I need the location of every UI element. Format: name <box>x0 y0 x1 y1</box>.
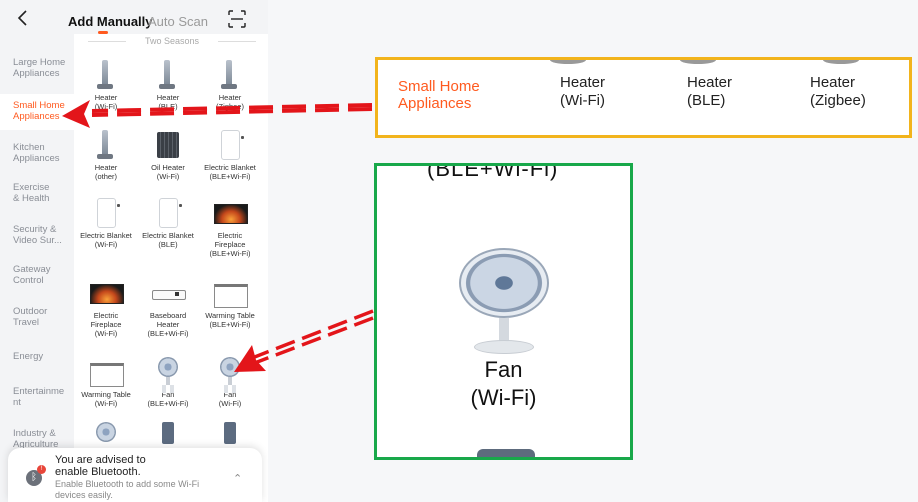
device-tile-warming-table-wifi[interactable]: Warming Table (Wi-Fi) <box>75 357 137 408</box>
zoom-partial-label: (BLE+Wi-Fi) <box>427 163 559 181</box>
tile-label: Electric Fireplace (BLE+Wi-Fi) <box>209 231 251 258</box>
tile-label: Warming Table (BLE+Wi-Fi) <box>205 311 255 329</box>
zoom-callout-fan: (BLE+Wi-Fi) Fan (Wi-Fi) <box>374 163 633 460</box>
fan-icon <box>89 416 123 446</box>
fireplace-icon <box>89 278 124 308</box>
zoom-heater-wifi-label: Heater (Wi-Fi) <box>560 74 606 109</box>
tab-auto-scan[interactable]: Auto Scan <box>148 14 208 29</box>
device-tile-electric-fireplace-ble-wifi[interactable]: Electric Fireplace (BLE+Wi-Fi) <box>199 198 261 258</box>
tile-label: Electric Fireplace (Wi-Fi) <box>90 311 122 338</box>
tile-label: Electric Blanket (Wi-Fi) <box>80 231 132 249</box>
tile-label: Heater (BLE) <box>156 93 180 111</box>
bluetooth-advice-card[interactable]: ᛒ ! You are advised to enable Bluetooth.… <box>8 448 262 502</box>
tile-label: Fan (BLE+Wi-Fi) <box>147 390 189 408</box>
device-tile-baseboard-heater[interactable]: Baseboard Heater (BLE+Wi-Fi) <box>137 278 199 338</box>
warning-badge: ! <box>37 465 46 474</box>
category-sidebar: Large Home Appliances Small Home Applian… <box>0 34 74 502</box>
zoom-heater-ble-label: Heater (BLE) <box>687 74 733 109</box>
warming-table-icon <box>89 357 124 387</box>
bluetooth-card-title: You are advised to enable Bluetooth. <box>55 454 146 478</box>
device-tile-electric-fireplace-wifi[interactable]: Electric Fireplace (Wi-Fi) <box>75 278 137 338</box>
heater-icon <box>151 60 185 90</box>
back-chevron-icon[interactable] <box>14 8 32 28</box>
tile-label: Electric Blanket (BLE) <box>142 231 194 249</box>
fan-icon <box>151 357 185 387</box>
device-tile-heater-zigbee[interactable]: Heater (Zigbee) <box>199 60 261 111</box>
tile-label: Electric Blanket (BLE+Wi-Fi) <box>204 163 256 181</box>
sidebar-item-security-video[interactable]: Security & Video Sur... <box>0 224 74 246</box>
device-tile-fan-ble-wifi[interactable]: Fan (BLE+Wi-Fi) <box>137 357 199 408</box>
sidebar-item-kitchen-appliances[interactable]: Kitchen Appliances <box>0 142 74 164</box>
device-tile-oil-heater-wifi[interactable]: Oil Heater (Wi-Fi) <box>137 130 199 181</box>
device-tile-electric-blanket-wifi[interactable]: Electric Blanket (Wi-Fi) <box>75 198 137 249</box>
sidebar-item-gateway-control[interactable]: Gateway Control <box>0 264 74 286</box>
sidebar-item-outdoor-travel[interactable]: Outdoor Travel <box>0 306 74 328</box>
sidebar-item-industry-agriculture[interactable]: Industry & Agriculture <box>0 428 74 450</box>
device-icon <box>477 449 535 457</box>
sidebar-item-entertainment[interactable]: Entertainme nt <box>0 386 74 408</box>
device-tile-partial[interactable] <box>75 416 137 446</box>
warming-table-icon <box>213 278 248 308</box>
device-tile-electric-blanket-ble[interactable]: Electric Blanket (BLE) <box>137 198 199 249</box>
tab-add-manually[interactable]: Add Manually <box>68 14 153 29</box>
fan-icon <box>213 357 247 387</box>
tile-label: Heater (other) <box>94 163 118 181</box>
zoom-fan-label: Fan (Wi-Fi) <box>470 357 537 410</box>
zoom-heater-zigbee-label: Heater (Zigbee) <box>810 74 866 109</box>
sidebar-item-energy[interactable]: Energy <box>0 351 74 362</box>
sidebar-item-small-home-appliances[interactable]: Small Home Appliances <box>0 94 74 130</box>
chevron-up-icon[interactable]: ⌃ <box>233 472 242 485</box>
zoom-category-label: Small Home Appliances <box>398 78 480 112</box>
zoom-callout-category: Small Home Appliances Heater (Wi-Fi) Hea… <box>375 57 912 138</box>
device-icon <box>213 416 247 446</box>
heater-icon <box>89 130 123 160</box>
device-tile-heater-wifi[interactable]: Heater (Wi-Fi) <box>75 60 137 111</box>
fireplace-icon <box>213 198 248 228</box>
device-tile-heater-ble[interactable]: Heater (BLE) <box>137 60 199 111</box>
heater-top-icon <box>550 60 586 64</box>
section-title: Two Seasons <box>82 36 262 46</box>
oil-heater-icon <box>151 130 185 160</box>
device-tile-electric-blanket-ble-wifi[interactable]: Electric Blanket (BLE+Wi-Fi) <box>199 130 261 181</box>
tile-label: Fan (Wi-Fi) <box>218 390 242 408</box>
device-tile-heater-other[interactable]: Heater (other) <box>75 130 137 181</box>
tile-label: Heater (Wi-Fi) <box>94 93 118 111</box>
fan-icon <box>459 248 549 358</box>
tile-label: Baseboard Heater (BLE+Wi-Fi) <box>147 311 189 338</box>
tile-label: Oil Heater (Wi-Fi) <box>151 163 185 181</box>
device-grid: Two Seasons Heater (Wi-Fi) Heater (BLE) … <box>74 34 268 502</box>
top-bar: Add Manually Auto Scan <box>0 0 268 34</box>
heater-icon <box>213 60 247 90</box>
device-tile-fan-wifi[interactable]: Fan (Wi-Fi) <box>199 357 261 408</box>
device-icon <box>151 416 185 446</box>
electric-blanket-icon <box>213 130 247 160</box>
sidebar-item-exercise-health[interactable]: Exercise & Health <box>0 182 74 204</box>
heater-top-icon <box>680 60 716 64</box>
electric-blanket-icon <box>151 198 185 228</box>
baseboard-heater-icon <box>151 278 186 308</box>
bluetooth-card-subtitle: Enable Bluetooth to add some Wi-Fi devic… <box>55 479 200 500</box>
scan-icon[interactable] <box>228 10 246 28</box>
device-tile-warming-table-ble-wifi[interactable]: Warming Table (BLE+Wi-Fi) <box>199 278 261 329</box>
device-tile-partial[interactable] <box>137 416 199 446</box>
tile-label: Heater (Zigbee) <box>216 93 244 111</box>
arrow-to-fan-tile <box>251 309 374 366</box>
device-tile-partial[interactable] <box>199 416 261 446</box>
phone-screen: Add Manually Auto Scan Large Home Applia… <box>0 0 268 502</box>
sidebar-item-large-home-appliances[interactable]: Large Home Appliances <box>0 57 74 79</box>
heater-icon <box>89 60 123 90</box>
electric-blanket-icon <box>89 198 123 228</box>
tile-label: Warming Table (Wi-Fi) <box>81 390 131 408</box>
heater-top-icon <box>823 60 859 64</box>
